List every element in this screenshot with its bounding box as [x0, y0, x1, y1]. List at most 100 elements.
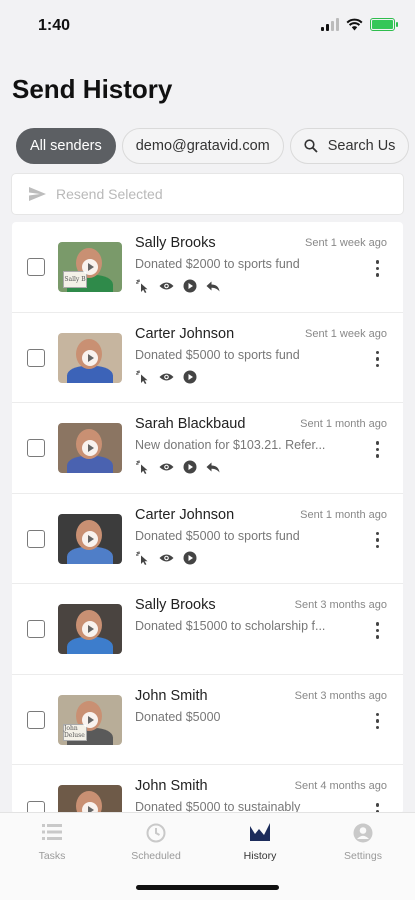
resend-selected-label: Resend Selected	[56, 186, 163, 202]
history-row[interactable]: Sally B Sally Brooks Sent 1 week ago Donate…	[12, 222, 403, 313]
eye-icon	[159, 553, 174, 563]
engagement-icons	[136, 370, 197, 384]
tab-tasks[interactable]: Tasks	[12, 823, 92, 862]
sent-time: Sent 1 week ago	[305, 327, 387, 340]
eye-icon	[159, 281, 174, 291]
engagement-icons	[136, 551, 197, 565]
recipient-name: Sarah Blackbaud	[135, 416, 246, 432]
history-row[interactable]: John Deluse John Smith Sent 3 months ago Do…	[12, 675, 403, 765]
select-checkbox[interactable]	[27, 710, 45, 729]
send-description: Donated $2000 to sports fund	[135, 257, 300, 271]
video-thumbnail[interactable]	[58, 513, 122, 564]
select-checkbox[interactable]	[27, 529, 45, 548]
search-icon	[304, 139, 318, 153]
more-options-icon[interactable]	[375, 531, 379, 548]
more-options-icon[interactable]	[375, 622, 379, 639]
tab-scheduled[interactable]: Scheduled	[116, 823, 196, 862]
recipient-name: John Smith	[135, 687, 208, 704]
tab-label: Scheduled	[131, 850, 181, 862]
send-history-list: Sally B Sally Brooks Sent 1 week ago Donate…	[12, 222, 403, 814]
play-overlay-icon	[82, 440, 98, 456]
play-icon	[183, 551, 197, 565]
chart-icon	[250, 823, 270, 841]
signal-icon	[321, 18, 339, 31]
video-thumbnail[interactable]	[58, 332, 122, 383]
sent-time: Sent 3 months ago	[294, 689, 387, 702]
recipient-name: Carter Johnson	[135, 506, 235, 523]
sent-time: Sent 1 month ago	[300, 508, 387, 521]
send-description: New donation for $103.21. Refer...	[135, 438, 326, 452]
send-description: Donated $15000 to scholarship f...	[135, 619, 326, 633]
video-thumbnail[interactable]: Sally B	[58, 242, 122, 292]
status-bar: 1:40	[0, 0, 415, 52]
wifi-icon	[346, 18, 363, 31]
history-row[interactable]: Carter Johnson Sent 1 week ago Donated $50…	[12, 313, 403, 403]
play-icon	[183, 460, 197, 474]
click-icon	[136, 279, 150, 293]
history-row[interactable]: Sarah Blackbaud Sent 1 month ago New donat…	[12, 403, 403, 494]
video-thumbnail[interactable]	[58, 423, 122, 473]
play-icon	[183, 370, 197, 384]
eye-icon	[159, 372, 174, 382]
more-options-icon[interactable]	[375, 712, 379, 729]
click-icon	[136, 370, 150, 384]
battery-icon	[370, 18, 398, 31]
history-row[interactable]: Carter Johnson Sent 1 month ago Donated $5…	[12, 494, 403, 584]
play-overlay-icon	[82, 621, 98, 637]
home-indicator	[136, 885, 279, 890]
reply-icon	[206, 281, 220, 292]
tab-history[interactable]: History	[220, 823, 300, 862]
sent-time: Sent 1 week ago	[305, 237, 387, 249]
select-checkbox[interactable]	[27, 439, 45, 457]
sent-time: Sent 1 month ago	[300, 418, 387, 430]
select-checkbox[interactable]	[27, 258, 45, 276]
recipient-name: Sally Brooks	[135, 235, 216, 251]
engagement-icons	[136, 279, 220, 293]
play-overlay-icon	[82, 711, 98, 728]
video-thumbnail[interactable]: John Deluse	[58, 694, 122, 745]
send-description: Donated $5000 to sports fund	[135, 528, 300, 543]
recipient-name: Carter Johnson	[135, 325, 235, 342]
status-time: 1:40	[38, 17, 71, 34]
play-overlay-icon	[82, 259, 98, 275]
more-options-icon[interactable]	[375, 441, 379, 458]
play-overlay-icon	[82, 349, 98, 366]
send-description: Donated $5000	[135, 709, 221, 724]
select-checkbox[interactable]	[27, 620, 45, 638]
select-checkbox[interactable]	[27, 348, 45, 367]
clock-icon	[146, 823, 166, 843]
send-icon	[29, 187, 46, 201]
tab-label: Settings	[344, 850, 382, 862]
thumbnail-sign: Sally B	[63, 271, 87, 288]
status-icons	[321, 18, 398, 31]
sent-time: Sent 3 months ago	[294, 599, 387, 611]
video-thumbnail[interactable]	[58, 604, 122, 654]
eye-icon	[159, 462, 174, 472]
reply-icon	[206, 462, 220, 473]
click-icon	[136, 551, 150, 565]
filter-chip-demo-sender[interactable]: demo@gratavid.com	[121, 128, 284, 164]
click-icon	[136, 460, 150, 474]
tab-label: History	[243, 850, 277, 862]
resend-selected-button[interactable]: Resend Selected	[12, 174, 403, 214]
send-description: Donated $5000 to sports fund	[135, 347, 300, 362]
thumbnail-sign: John Deluse	[63, 723, 87, 741]
history-row[interactable]: John Smith Sent 4 months ago Donated $5000…	[12, 765, 403, 814]
page-title: Send History	[12, 74, 173, 104]
engagement-icons	[136, 460, 220, 474]
tab-label: Tasks	[38, 850, 66, 862]
tab-settings[interactable]: Settings	[323, 823, 403, 862]
filter-chip-label: demo@gratavid.com	[135, 138, 270, 154]
history-row[interactable]: Sally Brooks Sent 3 months ago Donated $15…	[12, 584, 403, 675]
search-users-label: Search Us	[327, 138, 396, 154]
sent-time: Sent 4 months ago	[294, 780, 387, 792]
more-options-icon[interactable]	[375, 350, 379, 367]
search-users-chip[interactable]: Search Us	[289, 128, 410, 164]
filter-chip-all-senders[interactable]: All senders	[16, 128, 116, 164]
more-options-icon[interactable]	[375, 260, 379, 277]
play-overlay-icon	[82, 530, 98, 547]
video-thumbnail[interactable]	[58, 785, 122, 814]
recipient-name: Sally Brooks	[135, 597, 216, 613]
tasks-icon	[42, 824, 62, 840]
person-icon	[353, 823, 373, 843]
